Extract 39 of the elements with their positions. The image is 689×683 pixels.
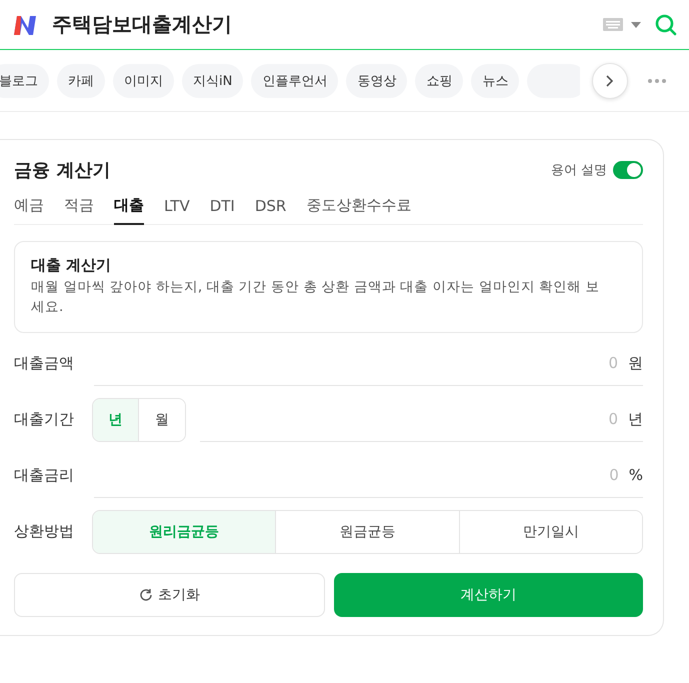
field-label: 대출금리 <box>14 466 75 485</box>
field-label: 대출금액 <box>14 354 75 373</box>
next-button[interactable] <box>592 63 628 99</box>
category-chip[interactable]: 이미지 <box>113 64 174 98</box>
card-title: 금융 계산기 <box>14 159 112 182</box>
category-chip[interactable]: 블로그 <box>0 64 49 98</box>
calculator-tab[interactable]: 예금 <box>14 190 44 225</box>
search-query: 주택담보대출계산기 <box>52 11 233 38</box>
more-icon[interactable] <box>648 79 666 83</box>
calculator-tab[interactable]: DTI <box>210 190 235 225</box>
input-field[interactable]: 0 <box>94 454 623 498</box>
intro-text: 매월 얼마씩 갚아야 하는지, 대출 기간 동안 총 상환 금액과 대출 이자는 얼마인지 확인해 보세요. <box>31 278 600 318</box>
category-chip[interactable]: 쇼핑 <box>415 64 464 98</box>
reset-button[interactable]: 초기화 <box>14 572 325 616</box>
chevron-right-icon <box>606 75 614 87</box>
category-chip[interactable]: 인플루언서 <box>251 64 338 98</box>
unit-label: % <box>622 454 643 498</box>
field-label: 상환방법 <box>14 522 75 541</box>
search-icon[interactable] <box>655 14 677 36</box>
calculator-tab[interactable]: 중도상환수수료 <box>306 190 412 225</box>
input-field[interactable]: 0 <box>94 342 622 386</box>
category-chip[interactable]: 동영상 <box>346 64 408 98</box>
field-label: 대출기간 <box>14 410 75 429</box>
intro-title: 대출 계산기 <box>31 256 112 275</box>
unit-label: 원 <box>622 342 643 386</box>
calculator-tab[interactable]: DSR <box>254 190 286 225</box>
dropdown-caret-icon[interactable] <box>631 22 641 28</box>
calculator-tab[interactable]: 적금 <box>64 190 94 225</box>
calculator-tab[interactable]: LTV <box>164 190 190 225</box>
refresh-icon <box>139 588 153 602</box>
glossary-switch[interactable] <box>613 161 643 179</box>
category-chip[interactable]: 지식iN <box>182 64 244 98</box>
calculator-tab[interactable]: 대출 <box>114 190 144 225</box>
category-chip[interactable]: 뉴스 <box>471 64 520 98</box>
category-chip[interactable]: 카페 <box>57 64 105 98</box>
glossary-label: 용어 설명 <box>550 162 607 179</box>
unit-label: 년 <box>622 398 643 442</box>
input-field[interactable]: 0 <box>200 398 622 442</box>
keyboard-icon[interactable] <box>603 18 623 31</box>
